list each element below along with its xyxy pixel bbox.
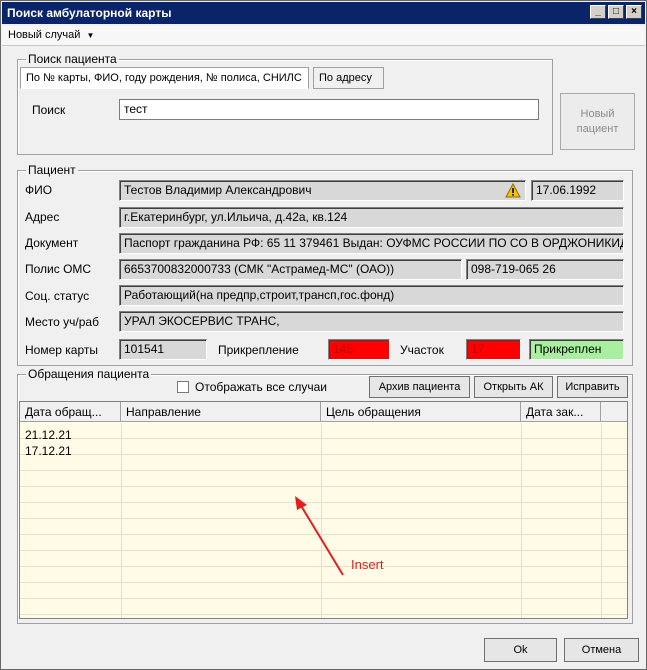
ok-button[interactable]: Ok — [484, 638, 557, 662]
address-label: Адрес — [25, 210, 60, 224]
birth-date-field: 17.06.1992 — [531, 180, 624, 201]
workplace-label: Место уч/раб — [25, 315, 99, 329]
search-card-window: Поиск амбулаторной карты _ □ × Новый слу… — [0, 0, 647, 670]
attachment-label: Прикрепление — [218, 343, 299, 357]
card-number-field: 101541 — [119, 339, 207, 360]
archive-button[interactable]: Архив пациента — [369, 376, 470, 398]
table-row[interactable]: 21.12.21 — [25, 427, 72, 443]
card-number-label: Номер карты — [25, 343, 98, 357]
address-field: г.Екатеринбург, ул.Ильича, д.42а, кв.124 — [119, 207, 624, 228]
title-bar[interactable]: Поиск амбулаторной карты _ □ × — [2, 2, 645, 24]
policy-label: Полис ОМС — [25, 262, 92, 276]
attach-status-field: Прикреплен — [529, 339, 624, 360]
document-label: Документ — [25, 236, 79, 250]
workplace-field: УРАЛ ЭКОСЕРВИС ТРАНС, — [119, 311, 624, 332]
snils-field: 098-719-065 26 — [466, 259, 624, 280]
open-ak-button[interactable]: Открыть АК — [474, 376, 553, 398]
policy-field: 6653700832000733 (СМК "Астрамед-МС" (ОАО… — [119, 259, 462, 280]
window-title: Поиск амбулаторной карты — [7, 6, 172, 20]
new-patient-button-line1: Новый — [580, 107, 615, 120]
visits-group-title: Обращения пациента — [26, 367, 152, 381]
attachment-field: 145 — [328, 339, 390, 360]
search-input[interactable]: тест — [119, 99, 539, 120]
new-case-menu-label: Новый случай — [8, 29, 81, 41]
dropdown-arrow-icon: ▼ — [86, 31, 95, 40]
maximize-button[interactable]: □ — [608, 5, 624, 19]
district-field: 17 — [466, 339, 521, 360]
social-status-field: Работающий(на предпр,строит,трансп,гос.ф… — [119, 285, 624, 306]
document-field: Паспорт гражданина РФ: 65 11 379461 Выда… — [119, 233, 624, 254]
column-header-purpose[interactable]: Цель обращения — [321, 402, 521, 422]
column-header-date[interactable]: Дата обращ... — [20, 402, 121, 422]
tab-search-main[interactable]: По № карты, ФИО, году рождения, № полиса… — [20, 67, 309, 89]
fix-button[interactable]: Исправить — [557, 376, 628, 398]
tab-search-address-label: По адресу — [319, 72, 372, 84]
column-divider — [601, 423, 602, 618]
show-all-checkbox[interactable] — [177, 381, 189, 393]
column-header-direction[interactable]: Направление — [121, 402, 321, 422]
table-row[interactable]: 17.12.21 — [25, 443, 72, 459]
column-header-close-date[interactable]: Дата зак... — [521, 402, 601, 422]
menu-bar: Новый случай ▼ — [2, 26, 645, 46]
annotation-arrow — [295, 496, 344, 576]
new-patient-button-line2: пациент — [576, 122, 619, 135]
new-case-menu[interactable]: Новый случай ▼ — [8, 29, 94, 41]
tab-search-main-label: По № карты, ФИО, году рождения, № полиса… — [26, 72, 302, 84]
show-all-label[interactable]: Отображать все случаи — [195, 379, 327, 395]
patient-search-group-title: Поиск пациента — [26, 52, 119, 66]
visits-table-header: Дата обращ... Направление Цель обращения… — [20, 402, 627, 422]
district-label: Участок — [400, 343, 444, 357]
social-status-label: Соц. статус — [25, 289, 90, 303]
patient-group-title: Пациент — [26, 163, 78, 177]
minimize-button[interactable]: _ — [590, 5, 606, 19]
fio-field: Тестов Владимир Александрович — [119, 180, 526, 201]
column-divider — [521, 423, 522, 618]
annotation-text: Insert — [351, 557, 384, 572]
tab-search-address[interactable]: По адресу — [313, 67, 384, 89]
cancel-button[interactable]: Отмена — [564, 638, 639, 662]
search-label: Поиск — [32, 103, 66, 117]
warning-icon — [505, 183, 521, 198]
new-patient-button[interactable]: Новый пациент — [560, 93, 635, 150]
close-button[interactable]: × — [626, 5, 642, 19]
fio-label: ФИО — [25, 183, 53, 197]
window-controls: _ □ × — [590, 5, 642, 19]
column-divider — [121, 423, 122, 618]
